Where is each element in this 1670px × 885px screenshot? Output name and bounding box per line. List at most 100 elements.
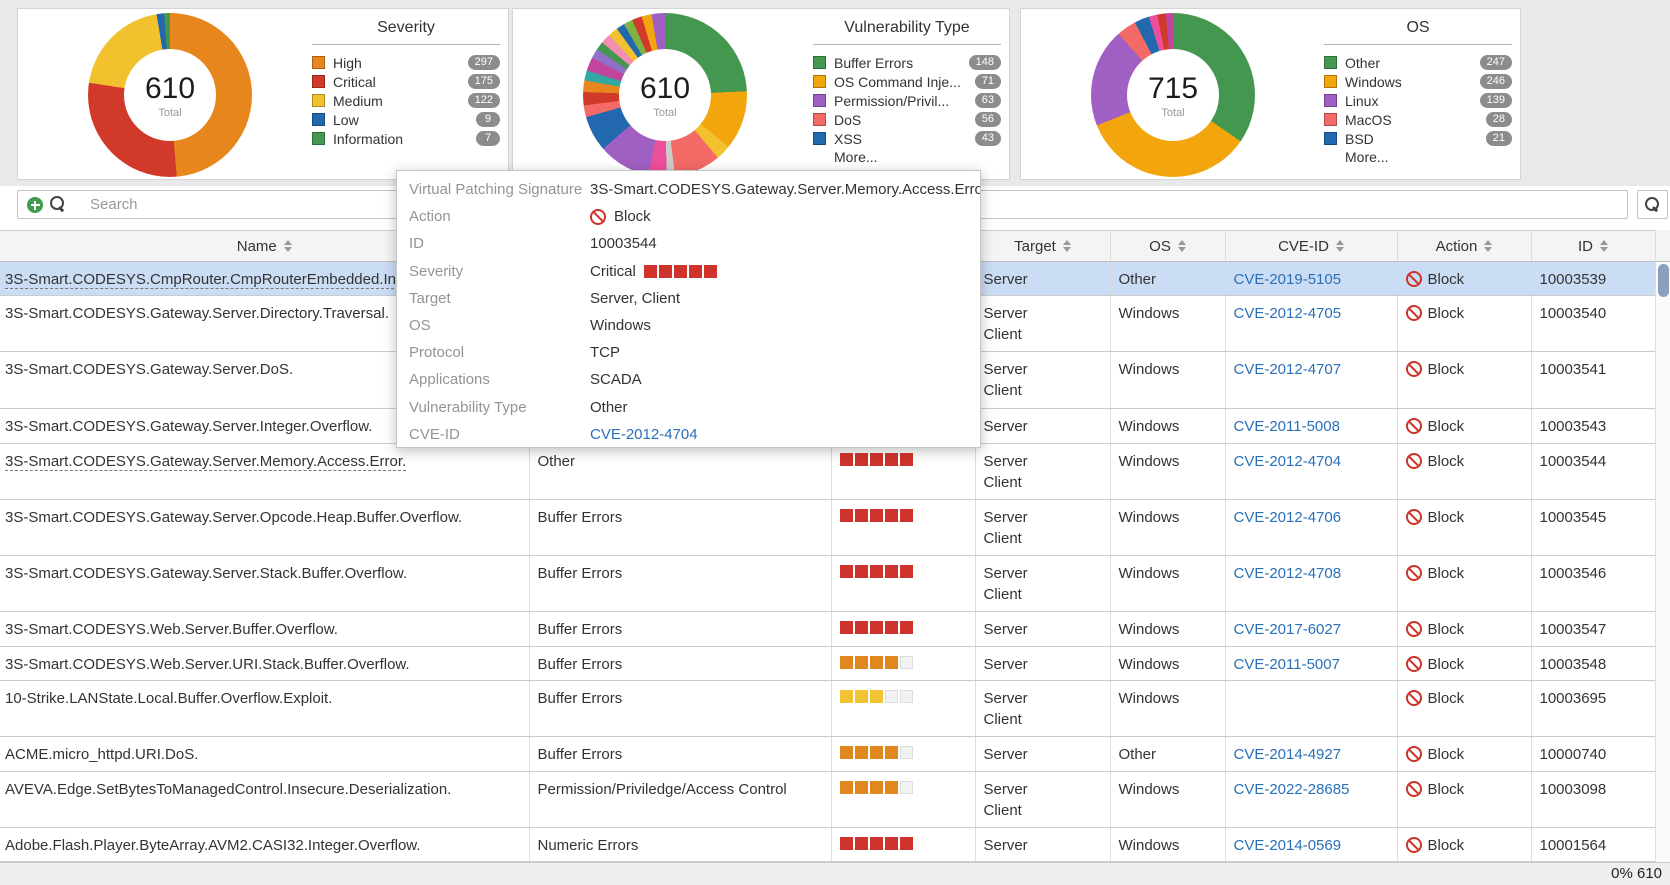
action-label: Block: [1428, 305, 1465, 322]
severity-square: [870, 746, 883, 759]
legend-count-badge: 28: [1486, 112, 1512, 127]
table-row[interactable]: Adobe.Flash.Player.ByteArray.AVM2.CASI32…: [0, 828, 1655, 862]
cve-link[interactable]: CVE-2012-4704: [1234, 453, 1342, 470]
vulnerability-type: Numeric Errors: [538, 837, 639, 854]
add-filter-icon[interactable]: [27, 197, 43, 213]
cve-link[interactable]: CVE-2012-4704: [590, 426, 698, 443]
legend-item-low[interactable]: Low9: [312, 110, 500, 129]
severity-square: [870, 656, 883, 669]
detail-text: TCP: [590, 344, 620, 361]
legend-item-permission-privil[interactable]: Permission/Privil...63: [813, 91, 1001, 110]
column-header-id[interactable]: ID: [1531, 231, 1655, 262]
os-value: Windows: [1119, 621, 1180, 638]
block-icon: [1406, 509, 1422, 525]
cve-cell: CVE-2011-5007: [1225, 647, 1397, 681]
signature-name[interactable]: 3S-Smart.CODESYS.Gateway.Server.Memory.A…: [5, 453, 406, 471]
block-icon: [1406, 837, 1422, 853]
block-icon: [1406, 271, 1422, 287]
target-value: Client: [984, 380, 1104, 401]
sort-icon: [1484, 240, 1492, 252]
scrollbar-thumb[interactable]: [1658, 264, 1669, 297]
search-button[interactable]: [1637, 190, 1668, 219]
id-cell: 10003548: [1531, 647, 1655, 681]
signature-name[interactable]: 3S-Smart.CODESYS.Gateway.Server.DoS.: [5, 361, 293, 378]
cve-link[interactable]: CVE-2012-4708: [1234, 565, 1342, 582]
detail-value: Server, Client: [590, 290, 680, 307]
legend-item-medium[interactable]: Medium122: [312, 91, 500, 110]
cve-link[interactable]: CVE-2012-4706: [1234, 509, 1342, 526]
severity-cell: [831, 737, 975, 772]
vulnerability-type-cell: Buffer Errors: [529, 556, 831, 612]
table-row[interactable]: ACME.micro_httpd.URI.DoS.Buffer ErrorsSe…: [0, 737, 1655, 772]
legend-item-other[interactable]: Other247: [1324, 53, 1512, 72]
vulnerability-type: Buffer Errors: [538, 690, 623, 707]
cve-link[interactable]: CVE-2011-5007: [1234, 656, 1340, 673]
table-row[interactable]: 3S-Smart.CODESYS.Gateway.Server.Opcode.H…: [0, 500, 1655, 556]
cve-cell: CVE-2012-4705: [1225, 296, 1397, 352]
detail-text: SCADA: [590, 371, 642, 388]
severity-donut-chart[interactable]: 610Total: [88, 13, 252, 177]
cve-link[interactable]: CVE-2019-5105: [1234, 271, 1342, 288]
vulnerability-type-donut-chart[interactable]: 610Total: [583, 13, 747, 177]
signature-name[interactable]: 3S-Smart.CODESYS.Gateway.Server.Stack.Bu…: [5, 565, 407, 582]
block-icon: [1406, 305, 1422, 321]
signature-name[interactable]: 3S-Smart.CODESYS.Web.Server.Buffer.Overf…: [5, 621, 338, 638]
column-header-cve-id[interactable]: CVE-ID: [1225, 231, 1397, 262]
column-header-action[interactable]: Action: [1397, 231, 1531, 262]
severity-square: [885, 837, 898, 850]
cve-link[interactable]: CVE-2011-5008: [1234, 418, 1340, 435]
signature-id: 10003544: [1540, 453, 1607, 470]
os-donut-chart[interactable]: 715Total: [1091, 13, 1255, 177]
legend-item-information[interactable]: Information7: [312, 129, 500, 148]
signature-name[interactable]: 3S-Smart.CODESYS.CmpRouter.CmpRouterEmbe…: [5, 271, 409, 289]
legend-item-windows[interactable]: Windows246: [1324, 72, 1512, 91]
target-cell: ServerClient: [975, 772, 1110, 828]
target-value: Server: [984, 451, 1104, 472]
signature-name[interactable]: 10-Strike.LANState.Local.Buffer.Overflow…: [5, 690, 332, 707]
table-row[interactable]: AVEVA.Edge.SetBytesToManagedControl.Inse…: [0, 772, 1655, 828]
legend-swatch: [1324, 132, 1337, 145]
legend-item-macos[interactable]: MacOS28: [1324, 110, 1512, 129]
legend-more-link[interactable]: More...: [1345, 149, 1512, 165]
table-scrollbar[interactable]: [1655, 230, 1670, 862]
legend-swatch: [312, 56, 325, 69]
signature-name[interactable]: Adobe.Flash.Player.ByteArray.AVM2.CASI32…: [5, 837, 420, 854]
legend-item-dos[interactable]: DoS56: [813, 110, 1001, 129]
signature-name[interactable]: ACME.micro_httpd.URI.DoS.: [5, 746, 198, 763]
legend-swatch: [1324, 113, 1337, 126]
signature-name[interactable]: 3S-Smart.CODESYS.Gateway.Server.Director…: [5, 305, 389, 322]
legend-item-buffer-errors[interactable]: Buffer Errors148: [813, 53, 1001, 72]
legend-item-os-command-inje[interactable]: OS Command Inje...71: [813, 72, 1001, 91]
action-label: Block: [1428, 271, 1465, 288]
cve-link[interactable]: CVE-2012-4707: [1234, 361, 1342, 378]
legend-item-high[interactable]: High297: [312, 53, 500, 72]
legend-more-link[interactable]: More...: [834, 149, 1001, 165]
signature-name[interactable]: AVEVA.Edge.SetBytesToManagedControl.Inse…: [5, 781, 451, 798]
legend-item-xss[interactable]: XSS43: [813, 129, 1001, 148]
cve-link[interactable]: CVE-2022-28685: [1234, 781, 1350, 798]
legend-item-critical[interactable]: Critical175: [312, 72, 500, 91]
vulnerability-type: Buffer Errors: [538, 656, 623, 673]
cve-link[interactable]: CVE-2017-6027: [1234, 621, 1342, 638]
table-row[interactable]: 3S-Smart.CODESYS.Gateway.Server.Memory.A…: [0, 444, 1655, 500]
detail-row-vulnerability-type: Vulnerability TypeOther: [409, 394, 980, 421]
cve-link[interactable]: CVE-2014-4927: [1234, 746, 1342, 763]
column-header-os[interactable]: OS: [1110, 231, 1225, 262]
legend-count-badge: 7: [476, 131, 500, 146]
column-header-target[interactable]: Target: [975, 231, 1110, 262]
signature-name[interactable]: 3S-Smart.CODESYS.Gateway.Server.Integer.…: [5, 418, 372, 435]
legend-label: XSS: [834, 131, 975, 147]
signature-name[interactable]: 3S-Smart.CODESYS.Gateway.Server.Opcode.H…: [5, 509, 462, 526]
table-row[interactable]: 3S-Smart.CODESYS.Web.Server.URI.Stack.Bu…: [0, 647, 1655, 681]
severity-cell: [831, 647, 975, 681]
cve-link[interactable]: CVE-2012-4705: [1234, 305, 1342, 322]
signature-name[interactable]: 3S-Smart.CODESYS.Web.Server.URI.Stack.Bu…: [5, 656, 410, 673]
table-row[interactable]: 3S-Smart.CODESYS.Gateway.Server.Stack.Bu…: [0, 556, 1655, 612]
legend-item-bsd[interactable]: BSD21: [1324, 129, 1512, 148]
cve-link[interactable]: CVE-2014-0569: [1234, 837, 1342, 854]
legend-swatch: [1324, 75, 1337, 88]
table-row[interactable]: 10-Strike.LANState.Local.Buffer.Overflow…: [0, 681, 1655, 737]
detail-value: SCADA: [590, 371, 642, 388]
table-row[interactable]: 3S-Smart.CODESYS.Web.Server.Buffer.Overf…: [0, 612, 1655, 647]
legend-item-linux[interactable]: Linux139: [1324, 91, 1512, 110]
